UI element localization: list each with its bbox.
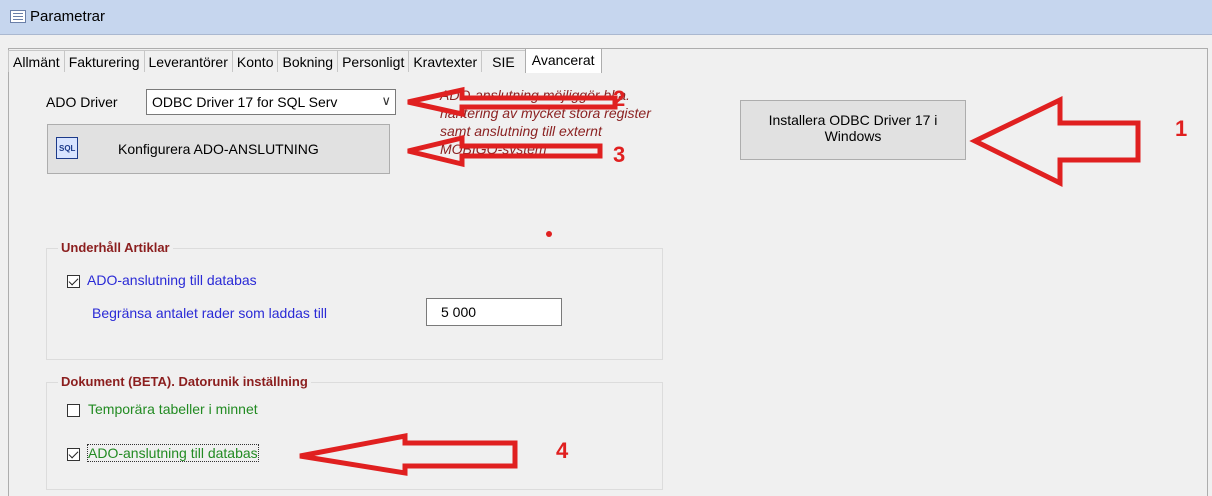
window-form-icon (10, 10, 26, 23)
row-limit-value: 5 000 (441, 304, 477, 320)
temp-tables-checkbox[interactable] (67, 404, 80, 417)
row-limit-input[interactable]: 5 000 (426, 298, 562, 326)
tab-avancerat[interactable]: Avancerat (524, 48, 602, 73)
configure-ado-label: Konfigurera ADO-ANSLUTNING (118, 141, 319, 157)
temp-tables-label: Temporära tabeller i minnet (88, 401, 258, 417)
tab-bokning[interactable]: Bokning (277, 50, 338, 72)
install-odbc-label-2: Windows (824, 128, 882, 144)
install-odbc-label-1: Installera ODBC Driver 17 i (768, 112, 938, 128)
group-documents-title: Dokument (BETA). Datorunik inställning (58, 374, 311, 389)
tab-personligt[interactable]: Personligt (337, 50, 409, 72)
tab-leverantorer[interactable]: Leverantörer (143, 50, 232, 72)
ado-driver-select[interactable]: ODBC Driver 17 for SQL Serv ∨ (146, 89, 396, 115)
row-limit-label: Begränsa antalet rader som laddas till (92, 305, 328, 321)
title-bar: Parametrar (0, 0, 1212, 35)
window-title: Parametrar (30, 8, 106, 25)
tab-allmant[interactable]: Allmänt (8, 50, 64, 72)
ado-hint-line-4: MOBIGO-system (440, 141, 547, 157)
configure-ado-button[interactable]: SQL Konfigurera ADO-ANSLUTNING (47, 124, 390, 174)
ado-hint-line-3: samt anslutning till externt (440, 123, 602, 139)
install-odbc-button[interactable]: Installera ODBC Driver 17 i Windows (740, 100, 966, 160)
annotation-number-4: 4 (556, 438, 569, 463)
tab-sie[interactable]: SIE (481, 50, 525, 72)
documents-ado-label: ADO-anslutning till databas (87, 444, 259, 462)
group-articles-title: Underhåll Artiklar (58, 240, 173, 255)
ado-driver-label: ADO Driver (46, 94, 118, 110)
tab-kravtexter[interactable]: Kravtexter (408, 50, 482, 72)
annotation-number-1: 1 (1175, 116, 1188, 141)
group-dokument (46, 382, 663, 490)
tab-fakturering[interactable]: Fakturering (63, 50, 144, 72)
articles-ado-label: ADO-anslutning till databas (87, 272, 257, 288)
articles-ado-checkbox[interactable] (67, 275, 80, 288)
annotation-number-2: 2 (613, 86, 626, 111)
ado-hint-line-1: ADO-anslutning möjliggör bl.a. (440, 87, 630, 103)
annotation-number-3: 3 (613, 142, 626, 167)
red-dot (546, 231, 552, 237)
ado-driver-value: ODBC Driver 17 for SQL Serv (152, 94, 338, 110)
tab-strip: Allmänt Fakturering Leverantörer Konto B… (8, 48, 602, 73)
group-underhall-artiklar (46, 248, 663, 360)
tab-konto[interactable]: Konto (231, 50, 278, 72)
documents-ado-checkbox[interactable] (67, 448, 80, 461)
sql-config-icon: SQL (56, 137, 78, 159)
chevron-down-icon: ∨ (381, 93, 391, 108)
